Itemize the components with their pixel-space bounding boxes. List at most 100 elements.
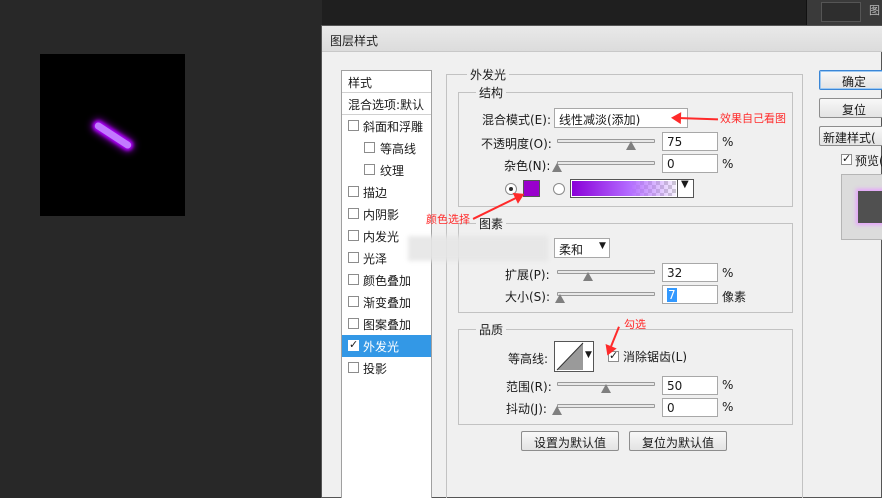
quality-title: 品质 (476, 321, 507, 338)
gradient-picker[interactable]: ▼ (570, 179, 694, 198)
panel-box (821, 2, 861, 22)
size-value: 7 (667, 288, 677, 302)
opacity-percent: % (722, 135, 734, 149)
range-field[interactable]: 50 (662, 376, 718, 395)
blend-mode-label: 混合模式(E): (482, 113, 551, 127)
style-item[interactable]: 描边 (342, 181, 431, 203)
opacity-field[interactable]: 75 (662, 132, 718, 151)
contour-label: 等高线: (508, 352, 549, 366)
reset-default-button[interactable]: 复位为默认值 (629, 431, 727, 451)
style-item-checkbox[interactable] (348, 120, 359, 131)
style-item[interactable]: 颜色叠加 (342, 269, 431, 291)
spread-slider-thumb[interactable] (583, 272, 594, 281)
elements-title: 图素 (476, 215, 507, 232)
noise-percent: % (722, 157, 734, 171)
dialog-title: 图层样式 (330, 34, 379, 48)
spread-field[interactable]: 32 (662, 263, 718, 282)
glow-color-swatch[interactable] (523, 180, 540, 197)
spread-label: 扩展(P): (505, 268, 550, 282)
opacity-slider-thumb[interactable] (625, 141, 636, 150)
style-item-checkbox[interactable] (348, 208, 359, 219)
chevron-down-icon: ▼ (599, 241, 606, 251)
technique-select[interactable]: 柔和 ▼ (554, 238, 610, 258)
workspace-top-strip (322, 0, 806, 25)
preview-checkbox[interactable] (841, 152, 852, 165)
outer-glow-title: 外发光 (467, 66, 510, 83)
contour-picker[interactable]: ▼ (554, 341, 594, 372)
ok-button[interactable]: 确定 (819, 70, 882, 90)
panel-label: 图 (869, 4, 880, 17)
style-item-label: 纹理 (380, 164, 405, 178)
contour-preview-icon (556, 342, 584, 371)
structure-title: 结构 (476, 84, 507, 101)
style-item-checkbox[interactable] (348, 252, 359, 263)
blend-options-item[interactable]: 混合选项:默认 (342, 93, 431, 115)
style-item-label: 外发光 (363, 340, 400, 354)
style-item-label: 投影 (363, 362, 388, 376)
glow-stroke (93, 121, 133, 150)
jitter-slider-track[interactable] (557, 404, 655, 408)
style-item[interactable]: 渐变叠加 (342, 291, 431, 313)
style-list-header[interactable]: 样式 (342, 71, 431, 93)
style-item-label: 光泽 (363, 252, 388, 266)
blend-mode-select[interactable]: 线性减淡(添加) (554, 108, 688, 128)
style-item[interactable]: 纹理 (342, 159, 431, 181)
jitter-label: 抖动(J): (506, 402, 547, 416)
style-item[interactable]: 斜面和浮雕 (342, 115, 431, 137)
reset-button[interactable]: 复位 (819, 98, 882, 118)
gradient-preview (572, 181, 676, 196)
dialog-titlebar[interactable]: 图层样式 (322, 26, 882, 52)
size-slider-thumb[interactable] (554, 294, 565, 303)
preview-thumbnail (841, 174, 882, 240)
style-item-checkbox[interactable] (348, 296, 359, 307)
noise-slider-track[interactable] (557, 161, 655, 165)
spread-slider-track[interactable] (557, 270, 655, 274)
document-canvas[interactable] (40, 54, 185, 216)
jitter-field[interactable]: 0 (662, 398, 718, 417)
style-item[interactable]: 内阴影 (342, 203, 431, 225)
preview-label: 预览( (855, 154, 882, 168)
annotation-color-note: 颜色选择 (426, 213, 470, 226)
noise-slider-thumb[interactable] (552, 163, 562, 172)
style-item-label: 内发光 (363, 230, 400, 244)
style-item-checkbox[interactable] (364, 164, 375, 175)
jitter-slider-thumb[interactable] (552, 406, 562, 415)
style-item-checkbox[interactable] (348, 338, 359, 351)
style-item-checkbox[interactable] (348, 362, 359, 373)
preview-swatch (858, 191, 882, 223)
style-item-checkbox[interactable] (348, 186, 359, 197)
right-panel: 图 (806, 0, 882, 25)
range-slider-thumb[interactable] (601, 384, 611, 393)
size-slider-track[interactable] (557, 292, 655, 296)
style-item-checkbox[interactable] (364, 142, 375, 153)
style-item-label: 等高线 (380, 142, 417, 156)
style-item[interactable]: 等高线 (342, 137, 431, 159)
style-item-checkbox[interactable] (348, 230, 359, 241)
style-item-label: 内阴影 (363, 208, 400, 222)
technique-value: 柔和 (559, 243, 584, 257)
chevron-down-icon: ▼ (681, 179, 689, 190)
opacity-label: 不透明度(O): (481, 137, 552, 151)
style-item-label: 描边 (363, 186, 388, 200)
make-default-button[interactable]: 设置为默认值 (521, 431, 619, 451)
style-item-checkbox[interactable] (348, 274, 359, 285)
style-item[interactable]: 外发光 (342, 335, 431, 357)
new-style-button[interactable]: 新建样式( (819, 126, 882, 146)
style-item-label: 图案叠加 (363, 318, 412, 332)
style-item[interactable]: 投影 (342, 357, 431, 379)
annotation-check-note: 勾选 (624, 318, 646, 331)
noise-label: 杂色(N): (504, 159, 551, 173)
style-item[interactable]: 图案叠加 (342, 313, 431, 335)
blurred-technique-label (408, 236, 548, 261)
chevron-down-icon: ▼ (585, 350, 592, 360)
size-field[interactable]: 7 (662, 285, 718, 304)
gradient-dropdown[interactable]: ▼ (677, 179, 693, 197)
layer-style-dialog: 图层样式 样式 混合选项:默认 斜面和浮雕等高线纹理描边内阴影内发光光泽颜色叠加… (321, 25, 882, 498)
gradient-radio[interactable] (553, 183, 565, 195)
noise-field[interactable]: 0 (662, 154, 718, 173)
spread-percent: % (722, 266, 734, 280)
annotation-effect-note: 效果自己看图 (720, 112, 786, 125)
range-label: 范围(R): (506, 380, 552, 394)
style-item-checkbox[interactable] (348, 318, 359, 329)
opacity-slider-track[interactable] (557, 139, 655, 143)
